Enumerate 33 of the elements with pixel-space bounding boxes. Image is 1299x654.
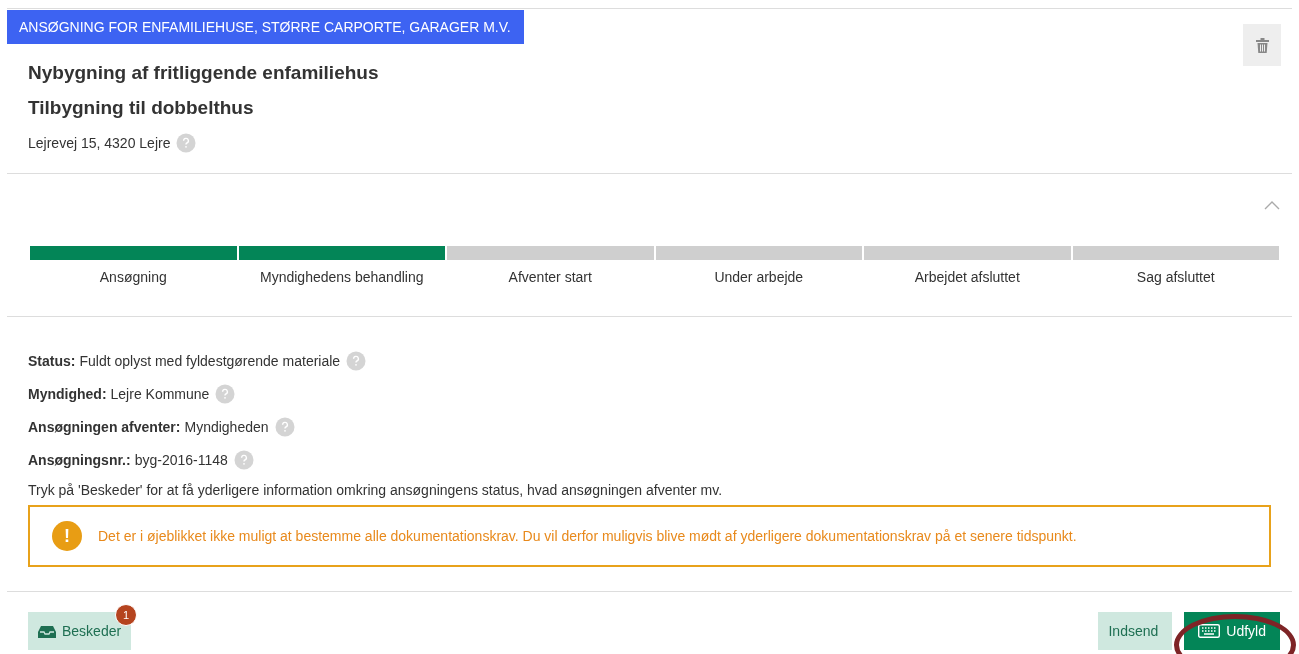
inbox-icon [38, 624, 56, 638]
info-text: Tryk på 'Beskeder' for at få yderligere information omkring ansøgningens status, hvad ansøgningen afventer mv. [28, 482, 724, 498]
help-icon[interactable] [233, 449, 254, 470]
detail-value: Myndigheden [184, 418, 269, 435]
warning-icon: ! [52, 521, 82, 551]
chevron-up-icon [1264, 201, 1280, 210]
step-label: Afventer start [508, 269, 592, 285]
step-label: Myndighedens behandling [260, 269, 424, 285]
help-icon[interactable] [176, 133, 197, 153]
notification-badge: 1 [115, 604, 138, 626]
help-icon[interactable] [274, 416, 295, 437]
category-badge: ANSØGNING FOR ENFAMILIEHUSE, STØRRE CARPORTE, GARAGER M.V. [7, 10, 524, 44]
address-text: Lejrevej 15, 4320 Lejre [28, 135, 171, 151]
detail-value: Fuldt oplyst med fyldestgørende materiale [79, 352, 341, 369]
project-title: Tilbygning til dobbelthus [28, 97, 255, 119]
detail-value: byg-2016-1148 [134, 451, 228, 468]
submit-button[interactable]: Indsend [1098, 612, 1173, 650]
help-icon[interactable] [215, 383, 236, 404]
project-title: Nybygning af fritliggende enfamiliehus [28, 62, 380, 84]
detail-label: Ansøgningen afventer: [28, 418, 181, 435]
detail-label: Status: [28, 352, 76, 369]
keyboard-icon [1198, 624, 1221, 638]
step-label: Arbejdet afsluttet [914, 269, 1020, 285]
step-label: Ansøgning [99, 269, 167, 285]
warning-text: Det er i øjeblikket ikke muligt at bestemme alle dokumentationskrav. Du vil derfor muligvis blive mødt af yderligere dokumentationskrav på et senere tidspunkt. [98, 528, 1077, 544]
detail-label: Myndighed: [28, 385, 107, 402]
detail-label: Ansøgningsnr.: [28, 451, 131, 468]
delete-button[interactable] [1243, 24, 1281, 66]
step-label: Sag afsluttet [1136, 269, 1215, 285]
help-icon[interactable] [346, 350, 367, 371]
step-label: Under arbejde [714, 269, 804, 285]
trash-icon [1255, 37, 1269, 53]
detail-value: Lejre Kommune [110, 385, 210, 402]
